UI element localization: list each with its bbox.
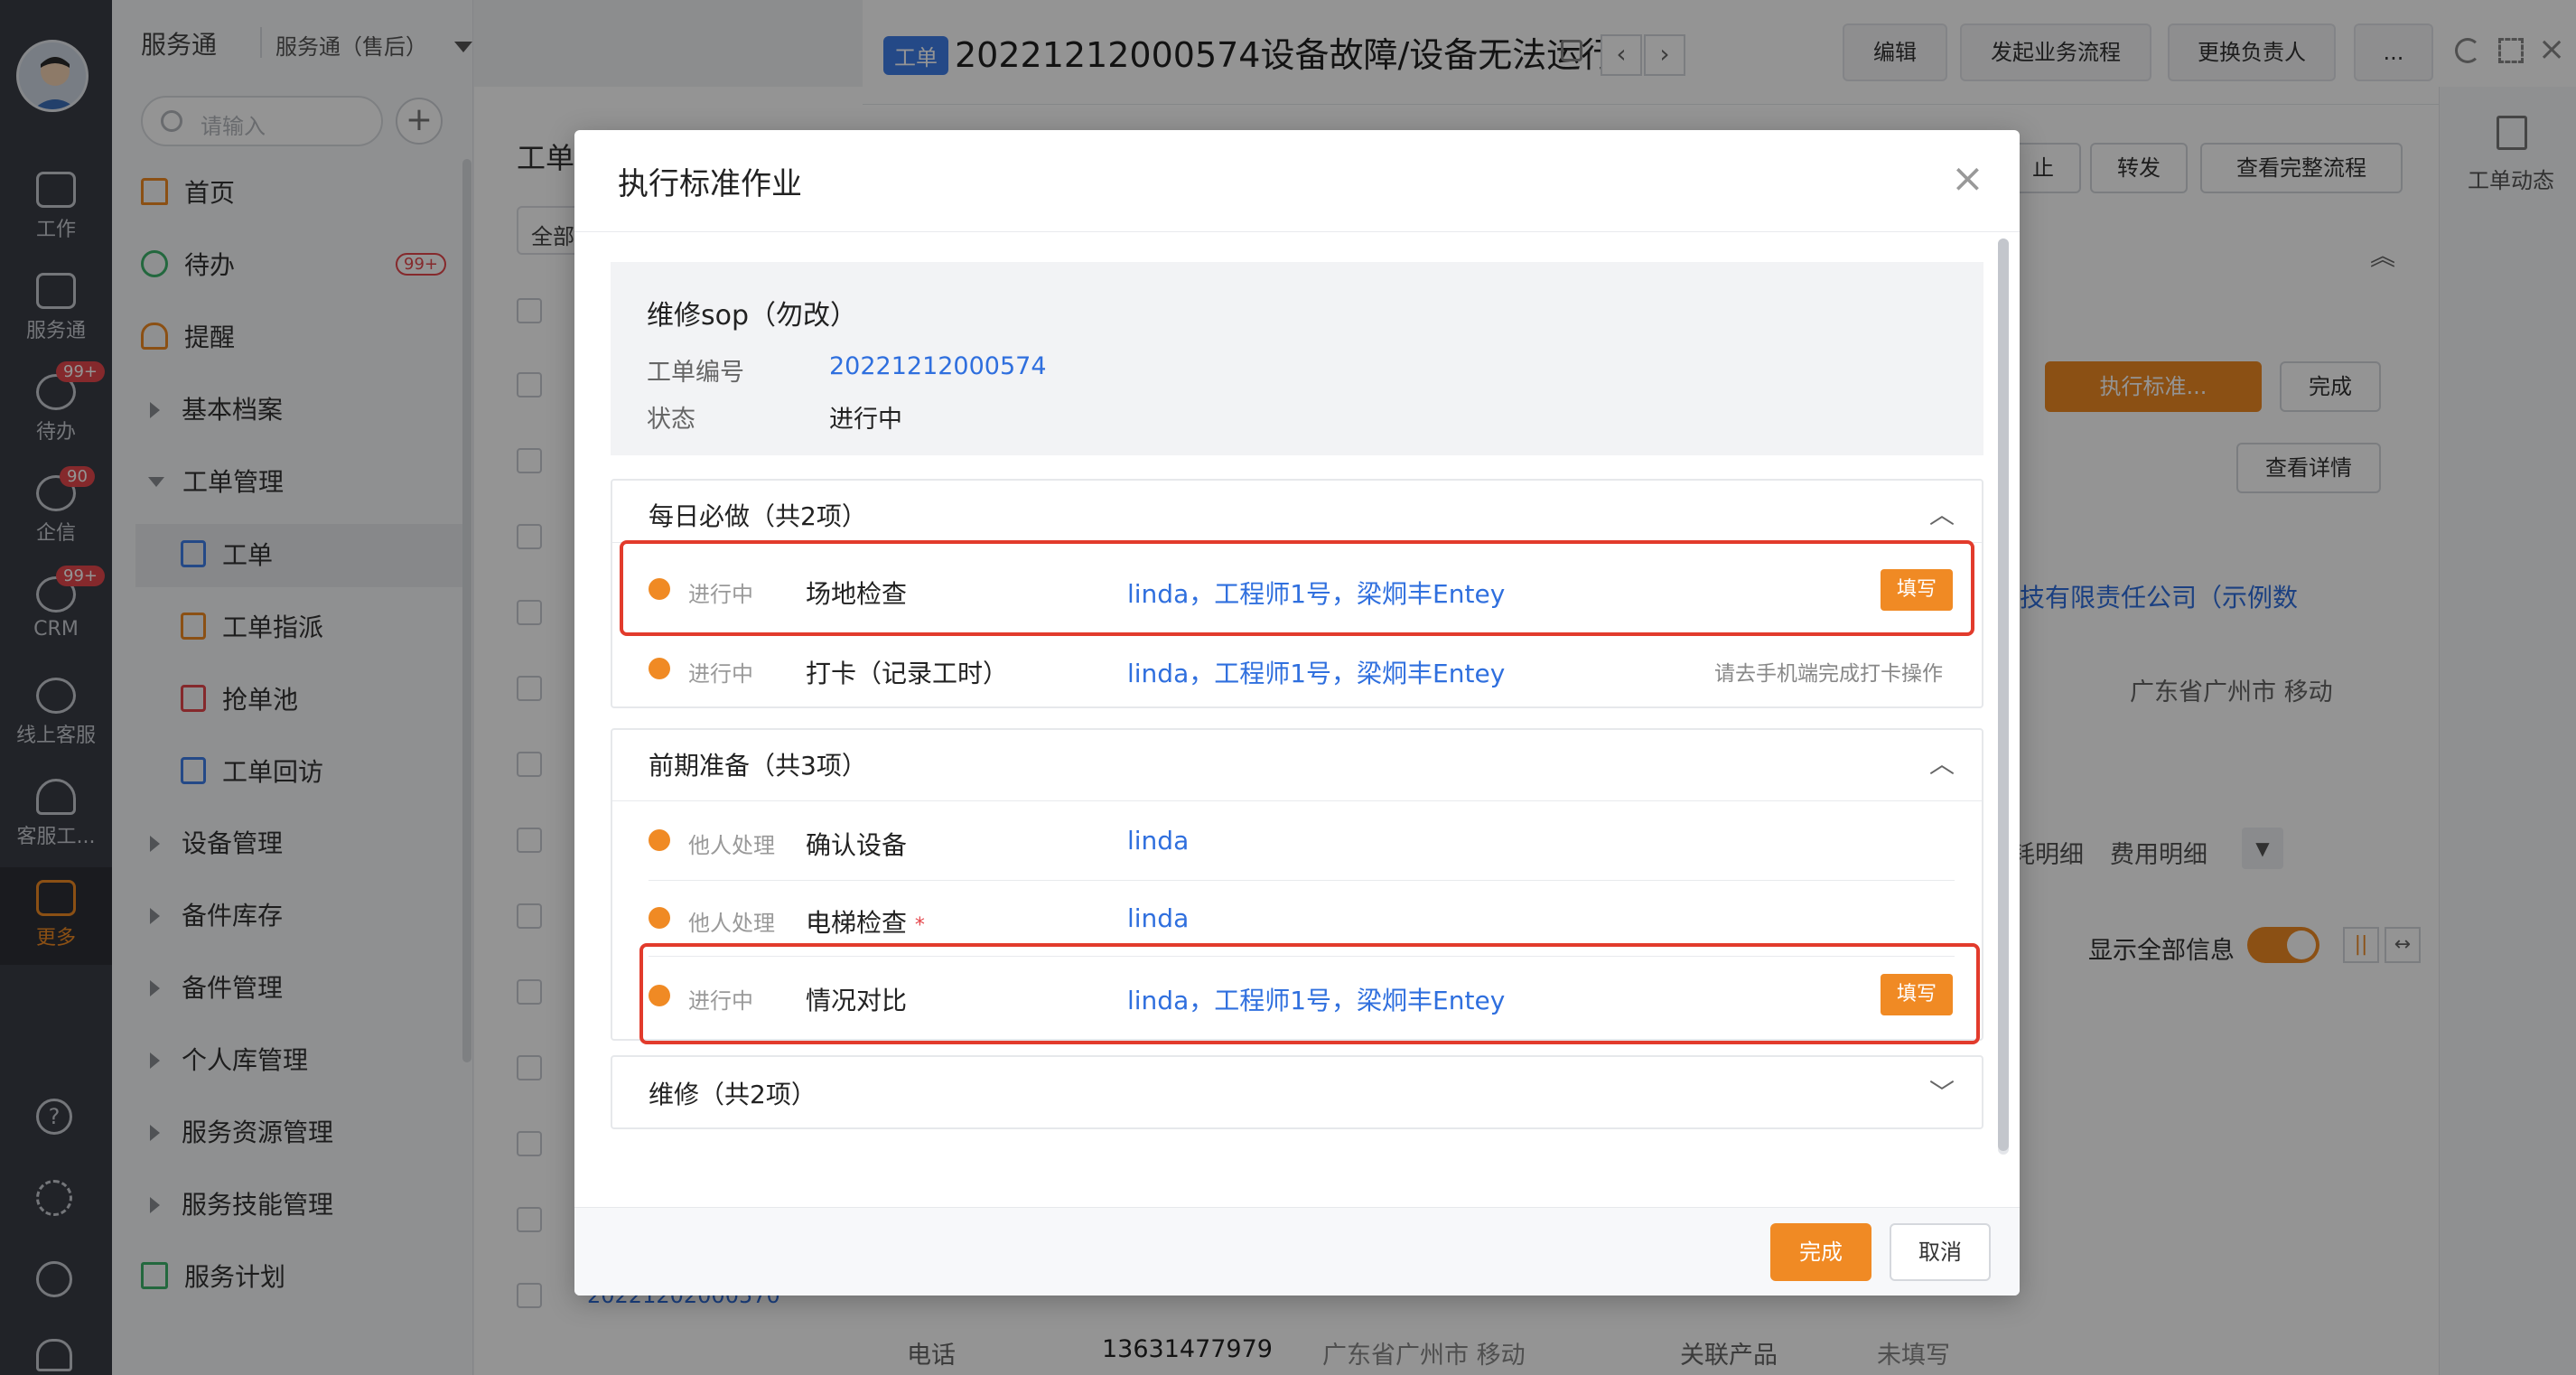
task-assignees[interactable]: linda xyxy=(1127,826,1189,856)
task-status: 进行中 xyxy=(688,661,753,687)
section-title: 维修（共2项） xyxy=(649,1080,817,1109)
ticket-no-label: 工单编号 xyxy=(647,359,744,387)
clock-icon xyxy=(649,658,670,679)
collapse-section-icon[interactable]: ︿ xyxy=(1929,744,1955,781)
task-status: 进行中 xyxy=(688,582,753,607)
task-status: 他人处理 xyxy=(688,911,775,936)
complete-button[interactable]: 完成 xyxy=(1770,1223,1871,1281)
fill-button[interactable]: 填写 xyxy=(1881,974,1953,1015)
required-marker: * xyxy=(914,914,925,937)
row-divider xyxy=(649,880,1955,881)
clock-icon xyxy=(649,578,670,600)
modal-title: 执行标准作业 xyxy=(618,166,802,202)
task-name: 情况对比 xyxy=(806,986,908,1015)
task-assignees[interactable]: linda，工程师1号，梁炯丰Entey xyxy=(1127,981,1505,1017)
task-status: 进行中 xyxy=(688,988,753,1014)
status-label: 状态 xyxy=(647,406,695,434)
task-assignees[interactable]: linda，工程师1号，梁炯丰Entey xyxy=(1127,654,1505,690)
clock-icon xyxy=(649,907,670,929)
task-name: 打卡（记录工时） xyxy=(806,659,1009,688)
fill-button[interactable]: 填写 xyxy=(1881,569,1953,611)
task-name: 确认设备 xyxy=(806,830,908,860)
sop-info-box xyxy=(611,262,1983,455)
task-name: 电梯检查 * xyxy=(806,908,925,938)
modal-header-divider xyxy=(574,231,2020,232)
ticket-no-link[interactable]: 20221212000574 xyxy=(829,352,1047,380)
clock-icon xyxy=(649,829,670,851)
expand-section-icon[interactable]: ﹀ xyxy=(1929,1073,1955,1109)
cancel-button[interactable]: 取消 xyxy=(1890,1223,1991,1281)
section-title: 每日必做（共2项） xyxy=(649,501,867,531)
section-divider xyxy=(612,800,1982,801)
task-status: 他人处理 xyxy=(688,833,775,858)
collapse-section-icon[interactable]: ︿ xyxy=(1929,495,1955,531)
clock-icon xyxy=(649,985,670,1006)
sop-name: 维修sop（勿改） xyxy=(647,300,858,332)
section-title: 前期准备（共3项） xyxy=(649,751,867,781)
task-assignees[interactable]: linda xyxy=(1127,903,1189,933)
modal-close-icon[interactable]: × xyxy=(1951,159,1984,199)
task-name: 场地检查 xyxy=(806,579,908,609)
task-assignees[interactable]: linda，工程师1号，梁炯丰Entey xyxy=(1127,575,1505,611)
section-repair[interactable] xyxy=(611,1055,1983,1129)
task-hint: 请去手机端完成打卡操作 xyxy=(1714,662,1943,686)
status-value: 进行中 xyxy=(829,406,902,434)
modal-scrollbar-thumb[interactable] xyxy=(1998,239,2009,1151)
